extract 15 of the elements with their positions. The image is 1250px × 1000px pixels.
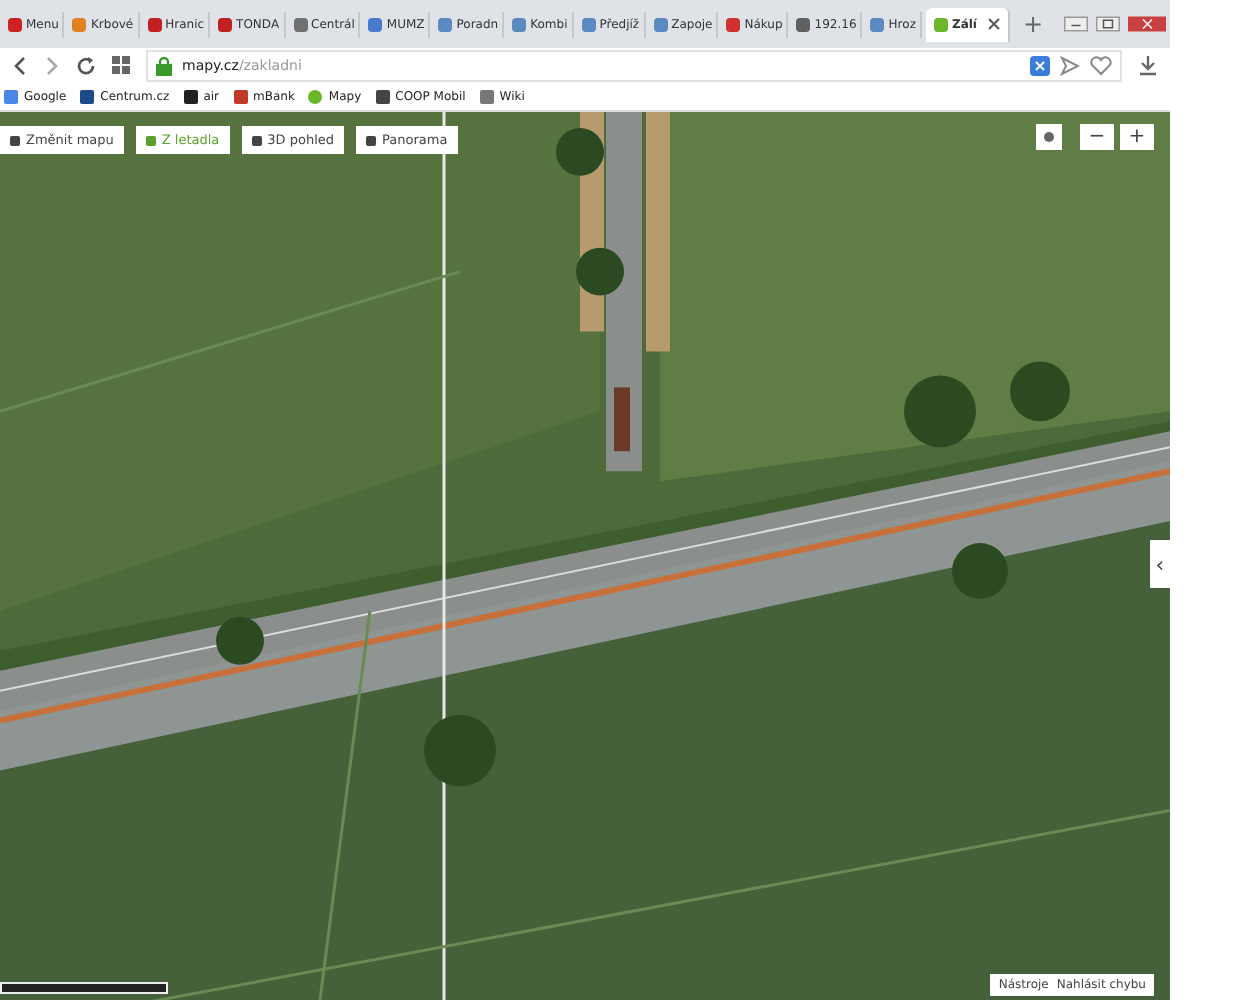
compass-button[interactable]: [1036, 124, 1062, 150]
reload-icon[interactable]: [76, 55, 96, 75]
lock-icon: [156, 55, 172, 75]
zoom-out-button[interactable]: −: [1080, 124, 1114, 150]
close-tab-icon[interactable]: [988, 18, 1001, 30]
close-icon[interactable]: [1127, 14, 1166, 34]
zoom-in-button[interactable]: +: [1120, 124, 1154, 150]
grid-icon[interactable]: [112, 56, 130, 74]
send-icon: [1060, 55, 1080, 75]
back-icon[interactable]: [12, 55, 28, 75]
maximize-icon[interactable]: [1095, 14, 1120, 34]
new-tab-button[interactable]: +: [1014, 10, 1052, 38]
side-panel-toggle[interactable]: ‹: [1150, 540, 1170, 588]
heart-icon: [1090, 55, 1112, 75]
download-icon[interactable]: [1138, 55, 1158, 75]
